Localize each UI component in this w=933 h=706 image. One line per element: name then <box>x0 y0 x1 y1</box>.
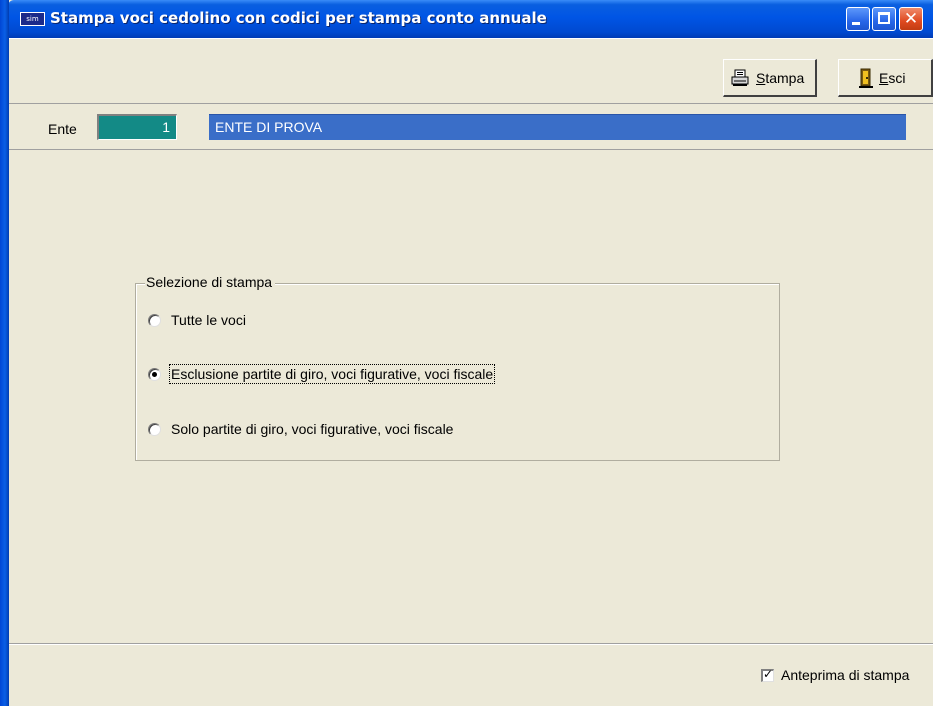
anteprima-checkbox-row[interactable]: ✓ Anteprima di stampa <box>761 667 909 683</box>
application-window: sim Stampa voci cedolino con codici per … <box>0 0 933 706</box>
radio-option-tutte[interactable]: Tutte le voci <box>148 312 246 328</box>
radio-option-esclusione[interactable]: Esclusione partite di giro, voci figurat… <box>148 364 496 384</box>
radio-label: Tutte le voci <box>171 312 246 328</box>
maximize-icon <box>878 12 890 24</box>
radio-button[interactable] <box>148 422 161 436</box>
title-bar[interactable]: sim Stampa voci cedolino con codici per … <box>8 0 933 38</box>
app-icon[interactable]: sim <box>20 12 45 26</box>
anteprima-label: Anteprima di stampa <box>781 667 910 683</box>
check-icon: ✓ <box>763 666 774 681</box>
ente-name-field: ENTE DI PROVA <box>209 114 906 140</box>
stampa-button[interactable]: Stampa <box>723 59 817 97</box>
close-icon: ✕ <box>903 9 919 29</box>
ente-label: Ente <box>48 121 77 137</box>
window-title: Stampa voci cedolino con codici per stam… <box>50 9 547 27</box>
esci-button[interactable]: Esci <box>838 59 933 97</box>
radio-button[interactable] <box>148 367 161 381</box>
exit-door-icon <box>859 68 873 88</box>
esci-label: Esci <box>879 69 906 86</box>
stampa-label: Stampa <box>756 69 805 86</box>
close-button[interactable]: ✕ <box>899 7 923 31</box>
minimize-button[interactable] <box>846 7 870 31</box>
radio-option-solo[interactable]: Solo partite di giro, voci figurative, v… <box>148 421 453 437</box>
printer-icon <box>731 69 749 86</box>
radio-label: Esclusione partite di giro, voci figurat… <box>168 364 496 384</box>
minimize-icon <box>852 22 860 25</box>
selezione-legend: Selezione di stampa <box>145 274 276 290</box>
maximize-button[interactable] <box>872 7 896 31</box>
ente-code-field[interactable]: 1 <box>97 114 177 140</box>
anteprima-checkbox[interactable]: ✓ <box>761 666 774 682</box>
window-frame-left <box>0 0 9 706</box>
radio-button[interactable] <box>148 313 161 327</box>
radio-label: Solo partite di giro, voci figurative, v… <box>171 421 454 437</box>
